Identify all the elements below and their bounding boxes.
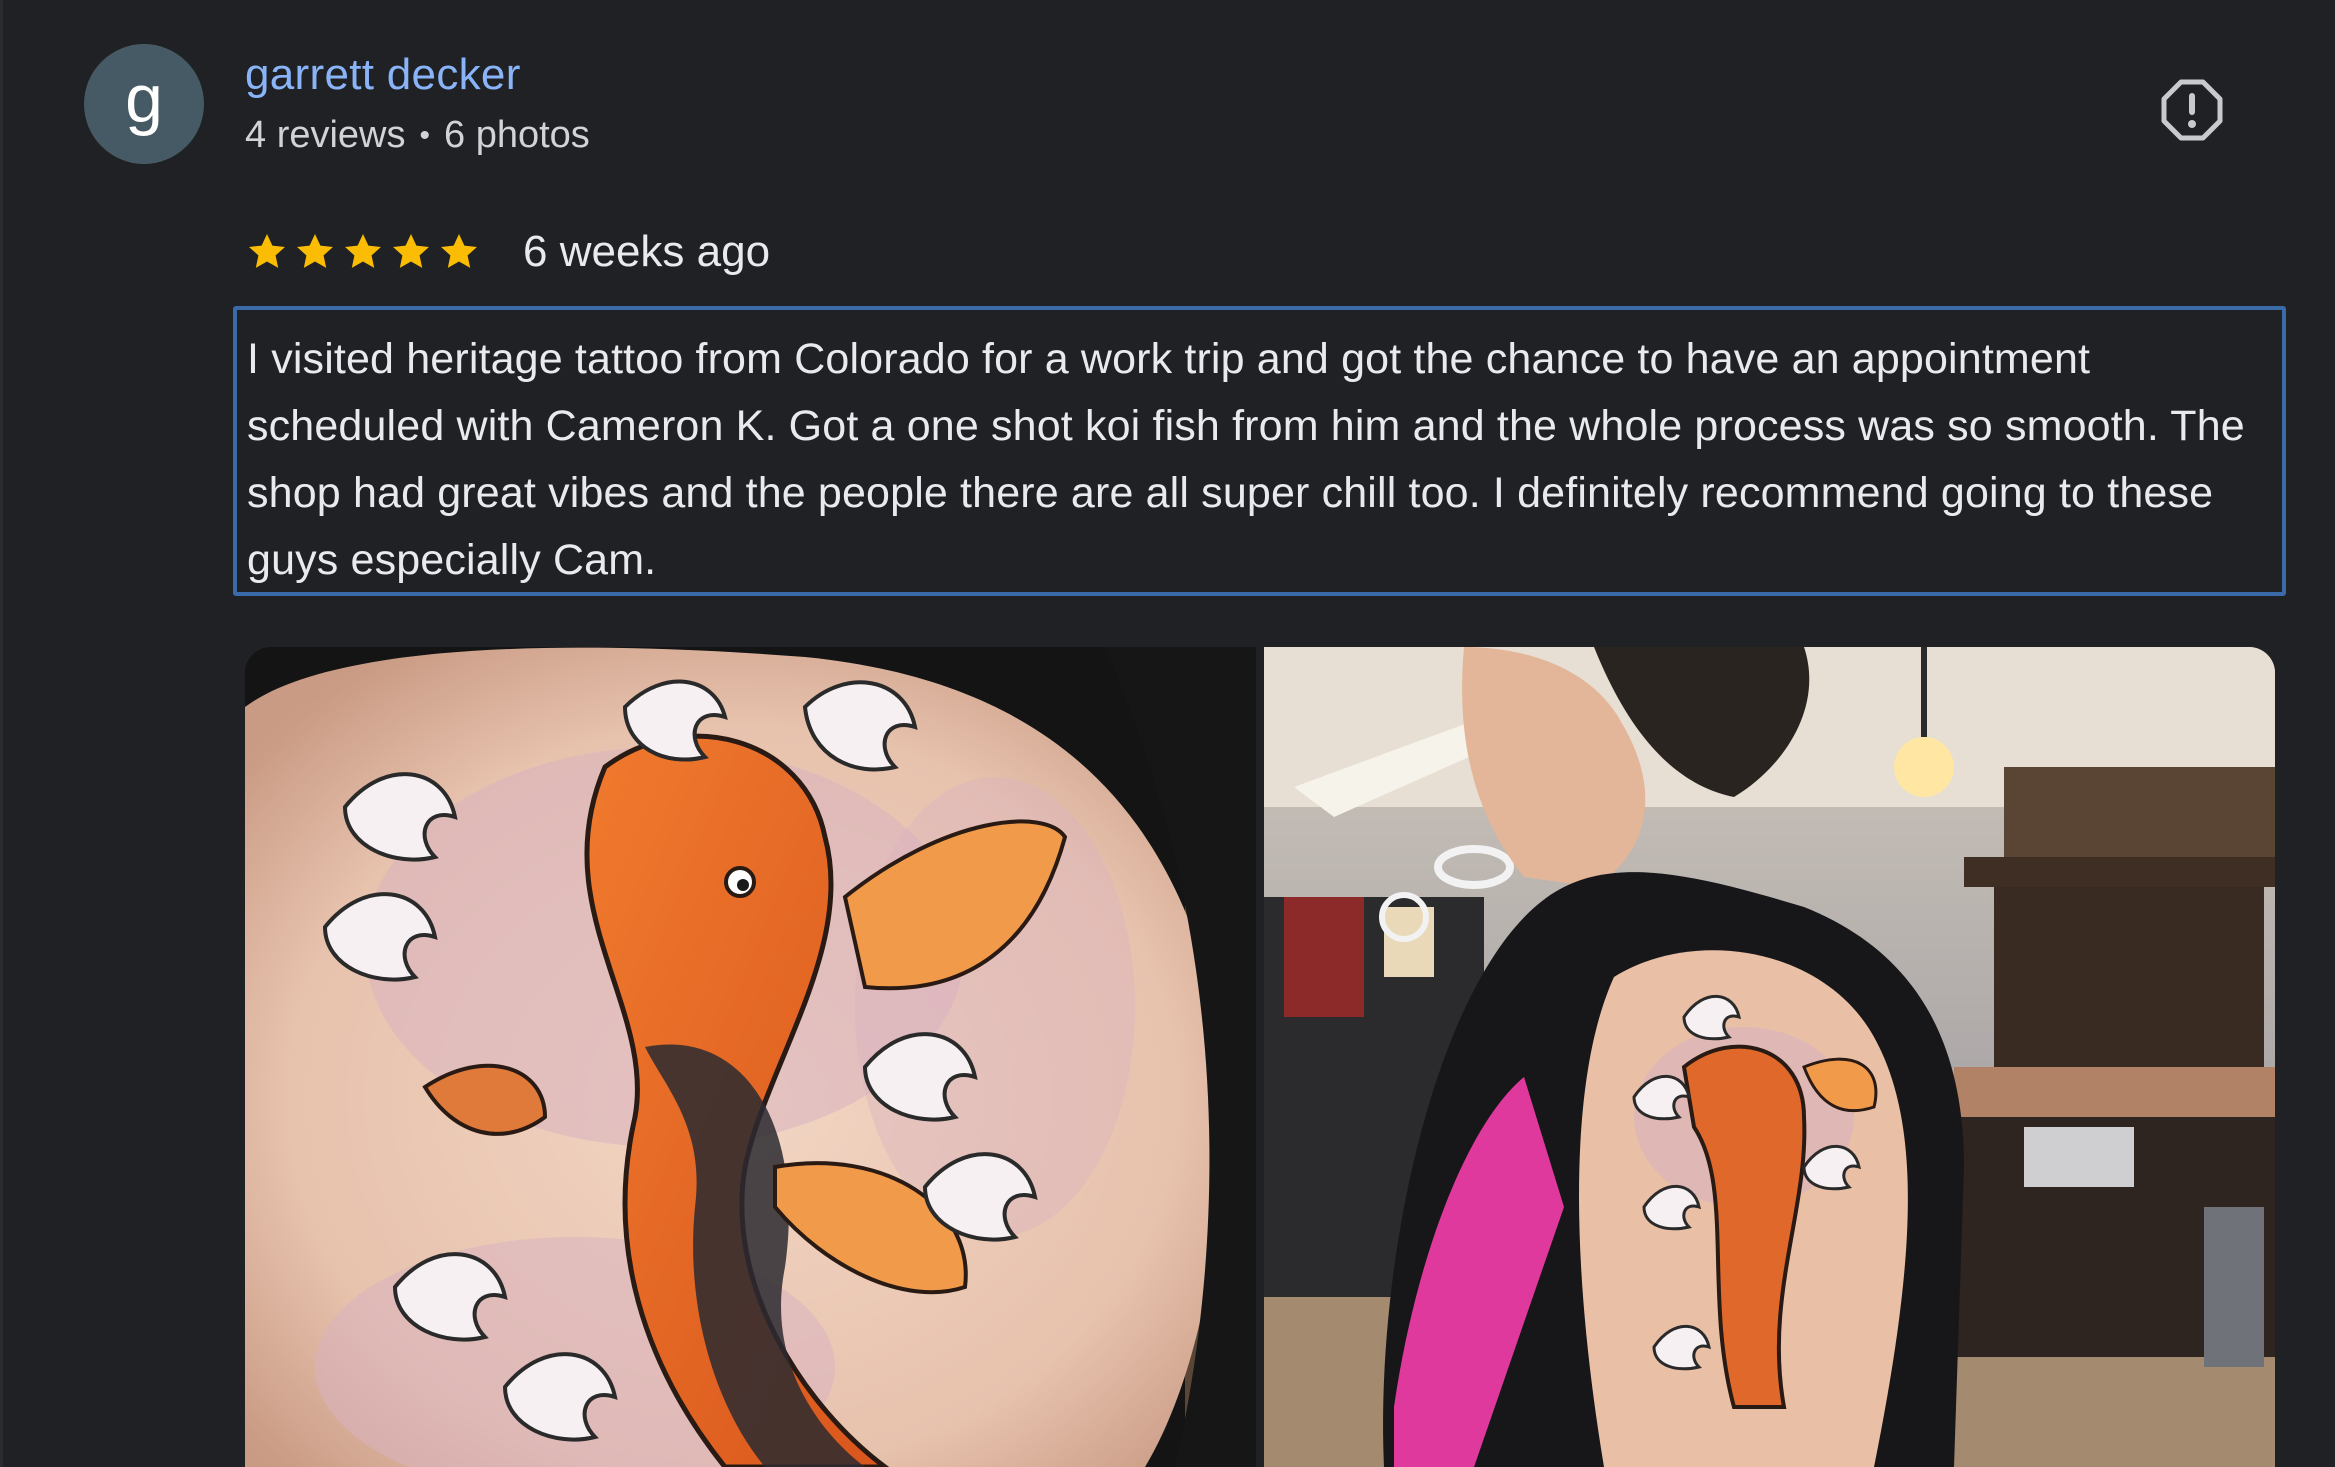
reviews-count: 4 reviews [245,114,406,156]
review-photo-tattoo-shop[interactable] [1264,647,2275,1467]
reviewer-meta: 4 reviews • 6 photos [245,114,590,157]
reviewer-name[interactable]: garrett decker [245,50,521,100]
panel-edge [0,0,3,1467]
star-icon [437,230,481,274]
avatar-letter: g [125,61,163,137]
avatar[interactable]: g [84,44,204,164]
star-icon [293,230,337,274]
report-flag-icon[interactable] [2160,78,2224,142]
photo-strip [245,647,2275,1467]
star-rating [245,230,481,274]
review-text[interactable]: I visited heritage tattoo from Colorado … [233,306,2286,596]
review-card: g garrett decker 4 reviews • 6 photos 6 … [0,0,2335,1467]
star-icon [389,230,433,274]
star-icon [341,230,385,274]
photos-count: 6 photos [444,114,590,156]
star-icon [245,230,289,274]
rating-row: 6 weeks ago [245,222,770,282]
meta-separator: • [419,118,431,152]
review-photo-koi-closeup[interactable] [245,647,1256,1467]
review-date: 6 weeks ago [523,227,771,276]
